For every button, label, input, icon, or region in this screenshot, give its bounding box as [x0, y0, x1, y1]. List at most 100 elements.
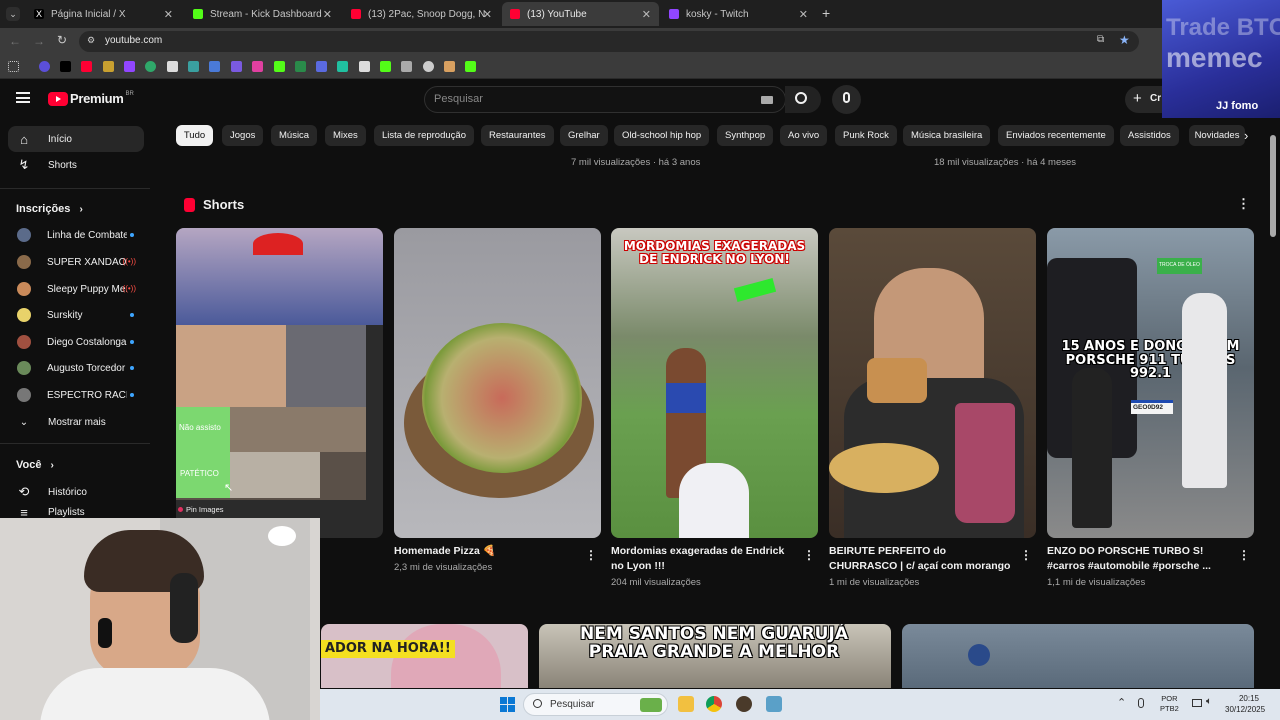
bookmark-star-icon[interactable]: ★: [1119, 33, 1130, 47]
more-options-icon[interactable]: ⋮: [1237, 196, 1250, 212]
short-title[interactable]: Mordomias exageradas de Endrick no Lyon …: [611, 544, 796, 574]
bookmark-icon[interactable]: [145, 61, 156, 72]
short-thumbnail[interactable]: [829, 228, 1036, 538]
sidebar-item-subscription[interactable]: Sleepy Puppy Me... ((•)): [8, 276, 144, 302]
chip[interactable]: Lista de reprodução: [374, 125, 474, 146]
volume-icon[interactable]: 🔈︎: [1206, 696, 1212, 707]
voice-search-button[interactable]: [832, 85, 861, 114]
chip-all[interactable]: Tudo: [176, 125, 213, 146]
search-input[interactable]: Pesquisar: [424, 86, 786, 113]
chevron-right-icon[interactable]: ›: [1244, 128, 1248, 143]
close-icon[interactable]: ✕: [164, 8, 173, 21]
close-icon[interactable]: ✕: [323, 8, 332, 21]
bookmark-icon[interactable]: [81, 61, 92, 72]
bookmark-icon[interactable]: [380, 61, 391, 72]
short-title[interactable]: BEIRUTE PERFEITO do CHURRASCO | c/ açaí …: [829, 544, 1014, 574]
sidebar-item-subscription[interactable]: SUPER XANDÃO ((•)): [8, 249, 144, 275]
forward-icon[interactable]: →: [33, 34, 45, 48]
video-thumbnail[interactable]: NEM SANTOS NEM GUARUJÁ PRAIA GRANDE A ME…: [539, 624, 891, 688]
site-info-icon[interactable]: ⚙: [87, 35, 95, 46]
page-scrollbar[interactable]: [1270, 135, 1276, 237]
reload-icon[interactable]: ↻: [57, 33, 67, 47]
tab-youtube-active[interactable]: (13) YouTube ✕: [502, 2, 659, 26]
bookmark-icon[interactable]: [209, 61, 220, 72]
bookmark-icon[interactable]: [60, 61, 71, 72]
file-explorer-icon[interactable]: [678, 696, 694, 712]
chip[interactable]: Punk Rock: [835, 125, 897, 146]
chip[interactable]: Música: [271, 125, 318, 146]
language-indicator[interactable]: POR PTB2: [1160, 694, 1179, 714]
url-field[interactable]: ⚙ youtube.com ⧉ ★: [79, 31, 1139, 52]
back-icon[interactable]: ←: [9, 34, 21, 48]
chip[interactable]: Mixes: [325, 125, 366, 146]
bookmark-icon[interactable]: [39, 61, 50, 72]
short-title[interactable]: ENZO DO PORSCHE TURBO S! #carros #automo…: [1047, 544, 1232, 574]
tab-kick-dashboard[interactable]: Stream - Kick Dashboard ✕: [185, 2, 340, 26]
mic-icon[interactable]: [1138, 698, 1144, 708]
sidebar-item-subscription[interactable]: Surskity: [8, 302, 144, 328]
more-options-icon[interactable]: ⋮: [1238, 548, 1250, 562]
new-tab-button[interactable]: +: [822, 5, 830, 21]
display-icon[interactable]: [1192, 699, 1202, 707]
subscriptions-heading[interactable]: Inscrições ›: [16, 203, 83, 215]
short-thumbnail[interactable]: TROCA DE ÓLEO 15 ANOS E DONO DE UM PORSC…: [1047, 228, 1254, 538]
taskbar-search[interactable]: Pesquisar: [523, 693, 668, 716]
short-title[interactable]: Homemade Pizza 🍕: [394, 544, 579, 559]
bookmark-icon[interactable]: [103, 61, 114, 72]
chip[interactable]: Synthpop: [717, 125, 774, 146]
close-icon[interactable]: ✕: [642, 8, 651, 21]
youtube-logo[interactable]: Premium BR: [48, 91, 134, 106]
tab-x-home[interactable]: X Página Inicial / X ✕: [26, 2, 181, 26]
more-options-icon[interactable]: ⋮: [803, 548, 815, 562]
tab-twitch[interactable]: kosky - Twitch ✕: [661, 2, 816, 26]
sidebar-item-subscription[interactable]: Augusto Torcedor: [8, 355, 144, 381]
apps-grid-icon[interactable]: [8, 61, 19, 72]
bookmark-icon[interactable]: [188, 61, 199, 72]
chip[interactable]: Ao vivo: [780, 125, 828, 146]
sidebar-item-history[interactable]: ⟲ Histórico: [8, 479, 144, 505]
video-thumbnail[interactable]: [902, 624, 1254, 688]
app-icon[interactable]: [766, 696, 782, 712]
short-thumbnail[interactable]: MORDOMIAS EXAGERADAS DE ENDRICK NO LYON!: [611, 228, 818, 538]
chip[interactable]: Old-school hip hop: [614, 125, 710, 146]
show-more-button[interactable]: ⌄ Mostrar mais: [8, 409, 144, 435]
keyboard-icon[interactable]: [761, 96, 773, 104]
more-options-icon[interactable]: ⋮: [585, 548, 597, 562]
sidebar-item-subscription[interactable]: Diego Costalonga: [8, 329, 144, 355]
clock[interactable]: 20:15 30/12/2025: [1225, 693, 1265, 715]
bookmark-icon[interactable]: [295, 61, 306, 72]
chip[interactable]: Restaurantes: [481, 125, 554, 146]
bookmark-icon[interactable]: [401, 61, 412, 72]
bookmark-icon[interactable]: [167, 61, 178, 72]
chip[interactable]: Novidades: [1189, 125, 1245, 146]
short-thumbnail[interactable]: [394, 228, 601, 538]
chip[interactable]: Assistidos: [1120, 125, 1179, 146]
sidebar-item-subscription[interactable]: Linha de Combate: [8, 222, 144, 248]
chip[interactable]: Música brasileira: [903, 125, 991, 146]
tab-search-button[interactable]: ⌄: [6, 7, 20, 21]
windows-start-icon[interactable]: [500, 697, 515, 712]
bookmark-icon[interactable]: [423, 61, 434, 72]
close-icon[interactable]: ✕: [799, 8, 808, 21]
video-thumbnail[interactable]: ADOR NA HORA!!: [321, 624, 528, 688]
bookmark-icon[interactable]: [444, 61, 455, 72]
bookmark-icon[interactable]: [252, 61, 263, 72]
tab-youtube-music-video[interactable]: (13) 2Pac, Snoop Dogg, Nate D ✕: [343, 2, 500, 26]
chip[interactable]: Jogos: [222, 125, 264, 146]
more-options-icon[interactable]: ⋮: [1020, 548, 1032, 562]
you-heading[interactable]: Você ›: [16, 459, 54, 471]
bookmark-icon[interactable]: [274, 61, 285, 72]
sidebar-item-shorts[interactable]: ↯ Shorts: [8, 152, 144, 178]
app-icon[interactable]: [736, 696, 752, 712]
sidebar-item-playlists[interactable]: ≡ Playlists: [8, 505, 144, 519]
sidebar-item-home[interactable]: ⌂ Início: [8, 126, 144, 152]
bookmark-icon[interactable]: [231, 61, 242, 72]
search-button[interactable]: [785, 86, 821, 113]
chevron-up-icon[interactable]: ⌃: [1117, 696, 1126, 709]
bookmark-icon[interactable]: [124, 61, 135, 72]
menu-icon[interactable]: [16, 92, 30, 103]
bookmark-icon[interactable]: [465, 61, 476, 72]
chrome-icon[interactable]: [706, 696, 722, 712]
bookmark-icon[interactable]: [337, 61, 348, 72]
chip[interactable]: Grelhar: [560, 125, 608, 146]
